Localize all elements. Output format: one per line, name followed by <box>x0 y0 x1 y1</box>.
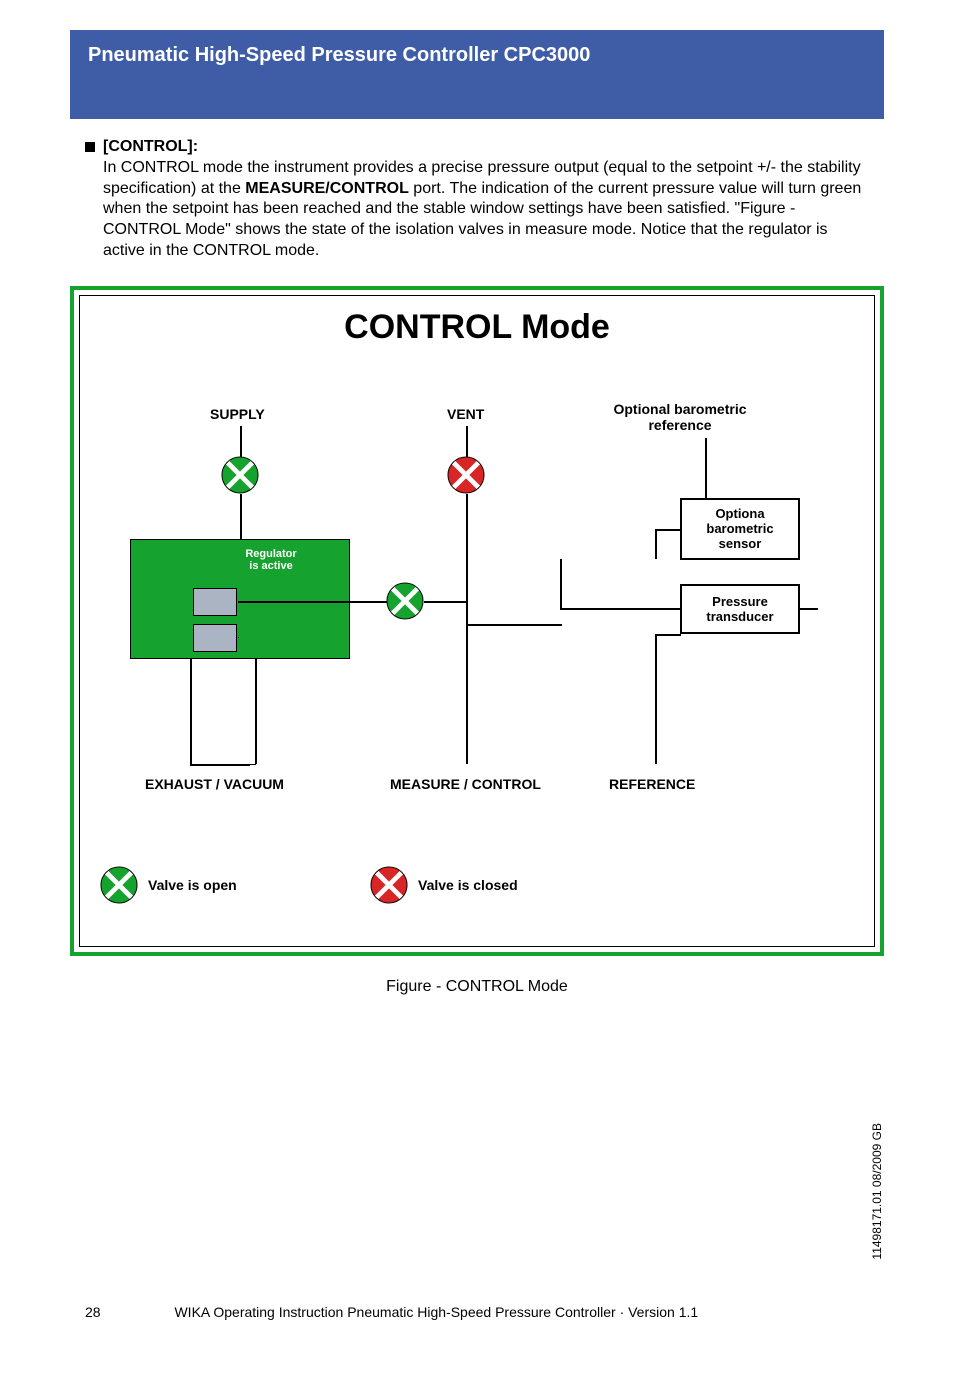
baro-sensor-label: Optiona barometric sensor <box>690 506 790 551</box>
legend-closed: Valve is closed <box>370 866 518 904</box>
regulator-block <box>193 588 237 616</box>
pressure-transducer-box: Pressure transducer <box>680 584 800 634</box>
control-section: [CONTROL]: In CONTROL mode the instrumen… <box>85 137 869 262</box>
measure-control-label: MEASURE / CONTROL <box>390 776 541 792</box>
diagram: CONTROL Mode SUPPLY VENT Optional barome… <box>70 286 884 956</box>
line <box>655 634 657 764</box>
line <box>655 634 681 636</box>
supply-label: SUPPLY <box>210 406 265 422</box>
line <box>255 659 257 764</box>
footer-text: WIKA Operating Instruction Pneumatic Hig… <box>174 1304 698 1320</box>
page-number: 28 <box>85 1304 101 1320</box>
side-doc-id: 11498171.01 08/2009 GB <box>870 1123 884 1260</box>
para-bold: MEASURE/CONTROL <box>245 180 409 197</box>
line <box>240 494 242 544</box>
exhaust-label: EXHAUST / VACUUM <box>145 776 284 792</box>
line <box>466 624 468 764</box>
pressure-transducer-label: Pressure transducer <box>690 594 790 624</box>
vent-valve-icon <box>447 456 485 494</box>
figure-caption: Figure - CONTROL Mode <box>0 978 954 996</box>
line <box>240 426 242 458</box>
regulator-box: Regulator is active <box>130 539 350 659</box>
legend-open-label: Valve is open <box>148 877 237 893</box>
valve-open-icon <box>100 866 138 904</box>
diagram-title: CONTROL Mode <box>344 308 610 347</box>
line <box>560 608 680 610</box>
supply-valve-icon <box>221 456 259 494</box>
valve-closed-icon <box>370 866 408 904</box>
line <box>238 637 239 638</box>
regulator-label: Regulator is active <box>236 548 306 572</box>
baro-sensor-box: Optiona barometric sensor <box>680 498 800 560</box>
line <box>424 601 468 603</box>
reference-label: REFERENCE <box>609 776 695 792</box>
page-header: Pneumatic High-Speed Pressure Controller… <box>70 30 884 81</box>
line <box>190 659 192 764</box>
line <box>705 438 707 500</box>
line <box>560 559 562 609</box>
vent-label: VENT <box>447 406 484 422</box>
line <box>655 529 681 531</box>
regulator-block <box>193 624 237 652</box>
bullet-icon <box>85 142 95 152</box>
header-title: Pneumatic High-Speed Pressure Controller… <box>88 44 590 66</box>
line <box>466 624 562 626</box>
legend-closed-label: Valve is closed <box>418 877 518 893</box>
legend-open: Valve is open <box>100 866 237 904</box>
line <box>466 426 468 458</box>
line <box>466 601 468 625</box>
bullet-label: [CONTROL]: <box>103 138 198 155</box>
diagram-inner: CONTROL Mode SUPPLY VENT Optional barome… <box>79 295 875 947</box>
measure-valve-icon <box>386 582 424 620</box>
line <box>800 608 818 610</box>
body-content: [CONTROL]: In CONTROL mode the instrumen… <box>85 137 869 262</box>
line <box>200 764 256 765</box>
header-spacer <box>70 81 884 119</box>
line <box>238 601 350 603</box>
footer: 28 WIKA Operating Instruction Pneumatic … <box>85 1304 884 1320</box>
line <box>655 529 657 559</box>
baro-ref-label: Optional barometric reference <box>590 401 770 433</box>
bullet-text: [CONTROL]: In CONTROL mode the instrumen… <box>103 137 869 262</box>
line <box>350 601 390 603</box>
